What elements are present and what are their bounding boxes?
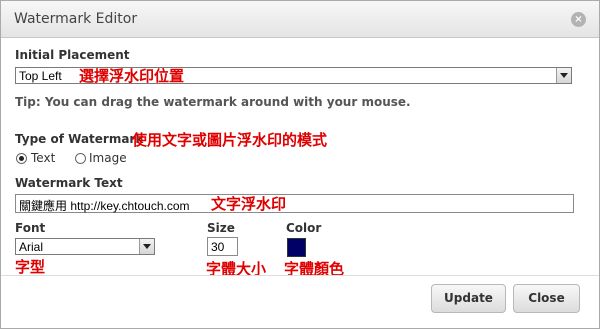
watermark-text-label: Watermark Text bbox=[15, 176, 123, 190]
initial-placement-label: Initial Placement bbox=[15, 48, 130, 62]
drag-tip: Tip: You can drag the watermark around w… bbox=[15, 95, 411, 109]
watermark-text-value: 關鍵應用 http://key.chtouch.com bbox=[19, 199, 190, 213]
font-select-value: Arial bbox=[19, 240, 44, 254]
dialog-titlebar: Watermark Editor × bbox=[1, 1, 599, 38]
size-input[interactable]: 30 bbox=[207, 237, 238, 256]
close-icon[interactable]: × bbox=[571, 12, 586, 27]
dialog-title: Watermark Editor bbox=[14, 11, 138, 27]
size-label: Size bbox=[207, 221, 235, 235]
radio-text-label: Text bbox=[31, 151, 56, 165]
font-label: Font bbox=[15, 221, 46, 235]
font-select[interactable]: Arial bbox=[15, 238, 155, 255]
watermark-type-label: Type of Watermark bbox=[15, 132, 144, 146]
chevron-down-icon bbox=[139, 239, 154, 254]
watermark-text-annotation: 文字浮水印 bbox=[211, 195, 287, 213]
watermark-editor-dialog: Watermark Editor × Initial Placement Top… bbox=[0, 0, 600, 329]
color-label: Color bbox=[286, 221, 322, 235]
placement-select-value: Top Left bbox=[19, 69, 62, 83]
footer-divider bbox=[1, 275, 599, 276]
radio-image-label: Image bbox=[89, 151, 127, 165]
color-swatch[interactable] bbox=[287, 238, 306, 257]
radio-image[interactable] bbox=[75, 153, 86, 164]
watermark-text-input[interactable]: 關鍵應用 http://key.chtouch.com bbox=[15, 194, 574, 213]
font-annotation: 字型 bbox=[15, 258, 46, 276]
update-button[interactable]: Update bbox=[431, 284, 506, 313]
close-button[interactable]: Close bbox=[513, 284, 580, 313]
radio-text[interactable] bbox=[16, 153, 27, 164]
placement-annotation: 選擇浮水印位置 bbox=[79, 67, 185, 85]
watermark-type-annotation: 使用文字或圖片浮水印的模式 bbox=[132, 131, 328, 149]
size-value: 30 bbox=[211, 240, 225, 254]
chevron-down-icon bbox=[556, 68, 571, 83]
